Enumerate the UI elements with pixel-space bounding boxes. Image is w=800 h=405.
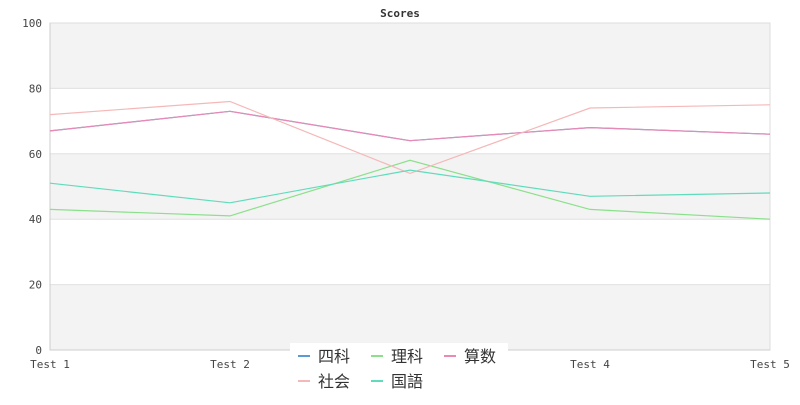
grid-band — [50, 153, 770, 220]
x-tick-label: Test 1 — [30, 358, 70, 371]
y-tick-label: 60 — [29, 148, 42, 161]
y-tick-label: 80 — [29, 82, 42, 95]
line-chart: 020406080100 Test 1Test 2Test 3Test 4Tes… — [22, 7, 790, 395]
x-tick-label: Test 2 — [210, 358, 250, 371]
y-tick-label: 20 — [29, 279, 42, 292]
y-tick-label: 40 — [29, 213, 42, 226]
legend: 四科 理科 算数社会 国語 — [290, 343, 508, 395]
series-line — [49, 110, 771, 142]
grid-band — [50, 23, 770, 89]
series-line — [49, 110, 771, 142]
grid-band — [50, 284, 770, 350]
legend-label: 算数 — [464, 347, 496, 366]
legend-label: 国語 — [391, 372, 423, 391]
chart-title: Scores — [380, 7, 420, 20]
x-tick-label: Test 4 — [570, 358, 610, 371]
legend-label: 社会 — [318, 372, 350, 391]
x-tick-label: Test 5 — [750, 358, 790, 371]
legend-label: 四科 — [318, 347, 350, 366]
background-bands — [50, 23, 770, 350]
y-tick-label: 0 — [35, 344, 42, 357]
y-axis: 0 20 40 60 80 100 — [22, 17, 51, 357]
legend-label: 理科 — [391, 347, 423, 366]
y-tick-label: 100 — [22, 17, 42, 30]
chart-container: 020406080100 Test 1Test 2Test 3Test 4Tes… — [0, 0, 800, 400]
